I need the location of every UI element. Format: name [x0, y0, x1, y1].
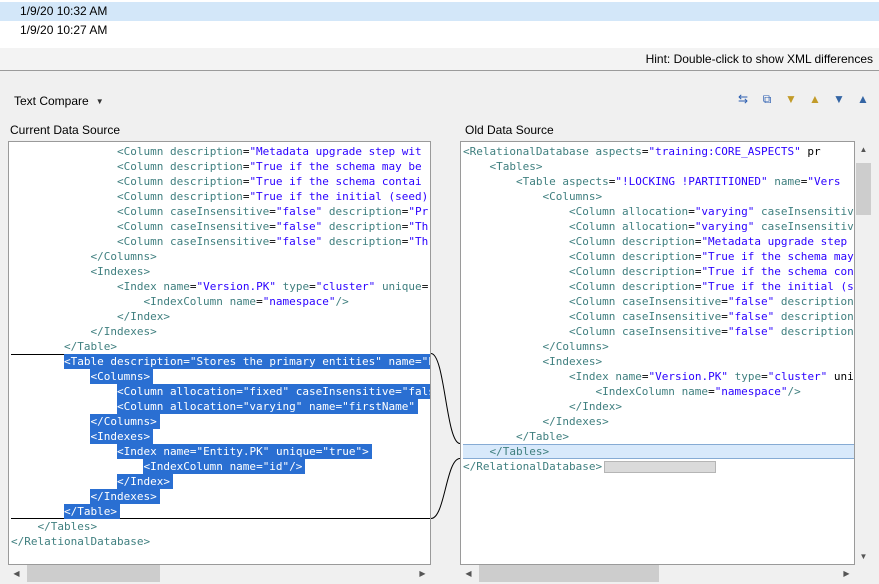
code-line[interactable]: <Column description="True if the schema … [463, 249, 854, 264]
code-line[interactable]: <IndexColumn name="namespace"/> [463, 384, 854, 399]
code-line[interactable]: <Index name="Entity.PK" unique="true"> [11, 444, 430, 459]
code-line[interactable]: <Column description="True if the initial… [463, 279, 854, 294]
scroll-right-icon[interactable]: ▶ [838, 565, 855, 582]
code-line[interactable]: <Column description="True if the schema … [11, 159, 430, 174]
code-line[interactable]: <Column allocation="varying" name="first… [11, 399, 430, 414]
code-line[interactable]: <Columns> [463, 189, 854, 204]
left-pane-horizontal-scrollbar[interactable]: ◀ ▶ [8, 565, 431, 582]
hint-bar: Hint: Double-click to show XML differenc… [0, 48, 879, 71]
text-compare-label: Text Compare [14, 94, 89, 108]
vertical-scroll-thumb[interactable] [856, 163, 871, 215]
scroll-up-icon[interactable]: ▲ [855, 141, 872, 158]
code-line[interactable]: </Tables> [11, 519, 430, 534]
previous-difference-icon[interactable]: ▲ [805, 89, 825, 109]
code-line[interactable]: <Column description="True if the schema … [463, 264, 854, 279]
pane-headers: Current Data Source Old Data Source [0, 120, 879, 141]
code-line[interactable]: <Column description="Metadata upgrade st… [11, 144, 430, 159]
code-line[interactable]: </Indexes> [463, 414, 854, 429]
right-pane-title: Old Data Source [465, 120, 554, 141]
code-line[interactable]: </Index> [11, 309, 430, 324]
compare-toolbar: Text Compare ▼ ⇆⧉▼▲▼▲ [0, 88, 879, 114]
code-line[interactable]: </Indexes> [11, 489, 430, 504]
code-line[interactable]: <Table description="Stores the primary e… [11, 354, 430, 369]
history-entry-date: 1/9/20 10:32 AM [20, 4, 107, 18]
code-line[interactable]: <Index name="Version.PK" type="cluster" … [11, 279, 430, 294]
code-line[interactable]: <IndexColumn name="id"/> [11, 459, 430, 474]
code-line[interactable]: <Column allocation="fixed" caseInsensiti… [11, 384, 430, 399]
xml-compare-editor: 1/9/20 10:32 AM 1/9/20 10:27 AM Hint: Do… [0, 0, 879, 584]
hint-text: Hint: Double-click to show XML differenc… [646, 52, 873, 66]
code-line[interactable]: <IndexColumn name="namespace"/> [11, 294, 430, 309]
scroll-right-icon[interactable]: ▶ [414, 565, 431, 582]
code-line[interactable]: </Table> [11, 504, 430, 519]
right-pane-vertical-scrollbar[interactable]: ▲ ▼ [855, 141, 872, 565]
code-line[interactable]: <Indexes> [11, 264, 430, 279]
code-line[interactable]: </RelationalDatabase> [463, 459, 854, 474]
code-line[interactable]: <Table aspects="!LOCKING !PARTITIONED" n… [463, 174, 854, 189]
code-line[interactable]: </Columns> [11, 249, 430, 264]
code-line[interactable]: </Index> [11, 474, 430, 489]
code-line[interactable]: <Column allocation="varying" caseInsensi… [463, 204, 854, 219]
code-line[interactable]: </Table> [11, 339, 430, 354]
previous-change-icon[interactable]: ▲ [853, 89, 873, 109]
code-line[interactable]: <Column description="True if the initial… [11, 189, 430, 204]
code-line[interactable]: <Column caseInsensitive="false" descript… [11, 219, 430, 234]
next-difference-icon[interactable]: ▼ [781, 89, 801, 109]
code-line[interactable]: </Tables> [463, 444, 854, 459]
right-pane-horizontal-scrollbar[interactable]: ◀ ▶ [460, 565, 855, 582]
code-line[interactable]: </Columns> [463, 339, 854, 354]
code-line[interactable]: <Column caseInsensitive="false" descript… [463, 324, 854, 339]
compare-toolbar-icons: ⇆⧉▼▲▼▲ [733, 89, 873, 109]
swap-left-right-icon[interactable]: ⇆ [733, 89, 753, 109]
code-line[interactable]: <Column caseInsensitive="false" descript… [11, 234, 430, 249]
code-line[interactable]: </Indexes> [11, 324, 430, 339]
diff-gutter [431, 141, 460, 565]
code-line[interactable]: </Columns> [11, 414, 430, 429]
history-entry-date: 1/9/20 10:27 AM [20, 23, 107, 37]
code-line[interactable]: <Column caseInsensitive="false" descript… [11, 204, 430, 219]
history-list: 1/9/20 10:32 AM 1/9/20 10:27 AM [0, 0, 879, 48]
scroll-track[interactable] [477, 565, 838, 582]
code-line[interactable]: </Table> [463, 429, 854, 444]
horizontal-scroll-thumb[interactable] [27, 565, 160, 582]
copy-current-change-icon[interactable]: ⧉ [757, 89, 777, 109]
scroll-track[interactable] [25, 565, 414, 582]
code-line[interactable]: <Columns> [11, 369, 430, 384]
code-line[interactable]: <Indexes> [463, 354, 854, 369]
right-code-pane[interactable]: <RelationalDatabase aspects="training:CO… [460, 141, 855, 565]
history-entry[interactable]: 1/9/20 10:32 AM [0, 2, 879, 21]
compare-area: Text Compare ▼ ⇆⧉▼▲▼▲ Current Data Sourc… [0, 72, 879, 584]
code-line[interactable]: <Column caseInsensitive="false" descript… [463, 294, 854, 309]
code-line[interactable]: </Index> [463, 399, 854, 414]
code-line[interactable]: <Tables> [463, 159, 854, 174]
code-line[interactable]: <Indexes> [11, 429, 430, 444]
code-line[interactable]: <Column allocation="varying" caseInsensi… [463, 219, 854, 234]
diff-connector [431, 141, 460, 565]
diff-empty-range [604, 461, 716, 473]
horizontal-scrollbars: ◀ ▶ ◀ ▶ [0, 565, 879, 582]
panes-row: <Column description="Metadata upgrade st… [0, 141, 879, 565]
scroll-left-icon[interactable]: ◀ [460, 565, 477, 582]
scroll-down-icon[interactable]: ▼ [855, 548, 872, 565]
history-entry[interactable]: 1/9/20 10:27 AM [0, 21, 879, 40]
code-line[interactable]: <Column caseInsensitive="false" descript… [463, 309, 854, 324]
code-line[interactable]: <Column description="Metadata upgrade st… [463, 234, 854, 249]
scrollbar-corner [855, 565, 872, 582]
code-line[interactable]: <Column description="True if the schema … [11, 174, 430, 189]
code-line[interactable]: </RelationalDatabase> [11, 534, 430, 549]
next-change-icon[interactable]: ▼ [829, 89, 849, 109]
text-compare-dropdown[interactable]: Text Compare ▼ [10, 91, 108, 111]
scroll-left-icon[interactable]: ◀ [8, 565, 25, 582]
dropdown-caret-icon: ▼ [96, 97, 104, 106]
left-pane-title: Current Data Source [10, 120, 120, 141]
code-line[interactable]: <Index name="Version.PK" type="cluster" … [463, 369, 854, 384]
code-line[interactable]: <RelationalDatabase aspects="training:CO… [463, 144, 854, 159]
left-code-pane[interactable]: <Column description="Metadata upgrade st… [8, 141, 431, 565]
horizontal-scroll-thumb[interactable] [479, 565, 659, 582]
